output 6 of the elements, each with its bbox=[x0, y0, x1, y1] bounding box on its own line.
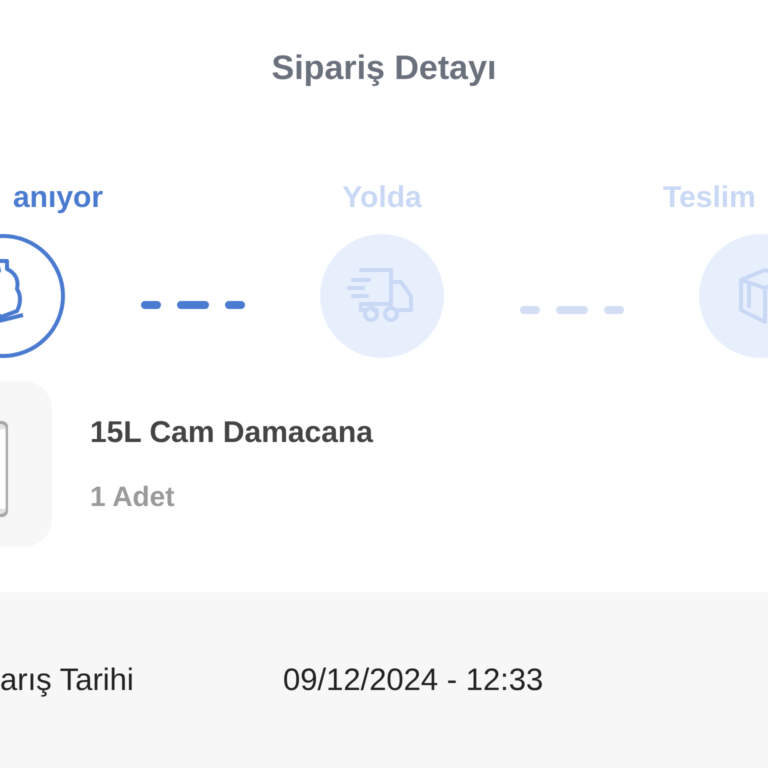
page-title: Sipariş Detayı bbox=[272, 48, 496, 88]
detail-value: 09/12/2024 - 12:33 bbox=[283, 660, 544, 699]
step-label: anıyor bbox=[12, 181, 103, 214]
detail-label: arış Tarihi bbox=[0, 660, 135, 699]
product-quantity: 1 Adet bbox=[90, 480, 176, 514]
product-name: 15L Cam Damacana bbox=[90, 415, 373, 451]
